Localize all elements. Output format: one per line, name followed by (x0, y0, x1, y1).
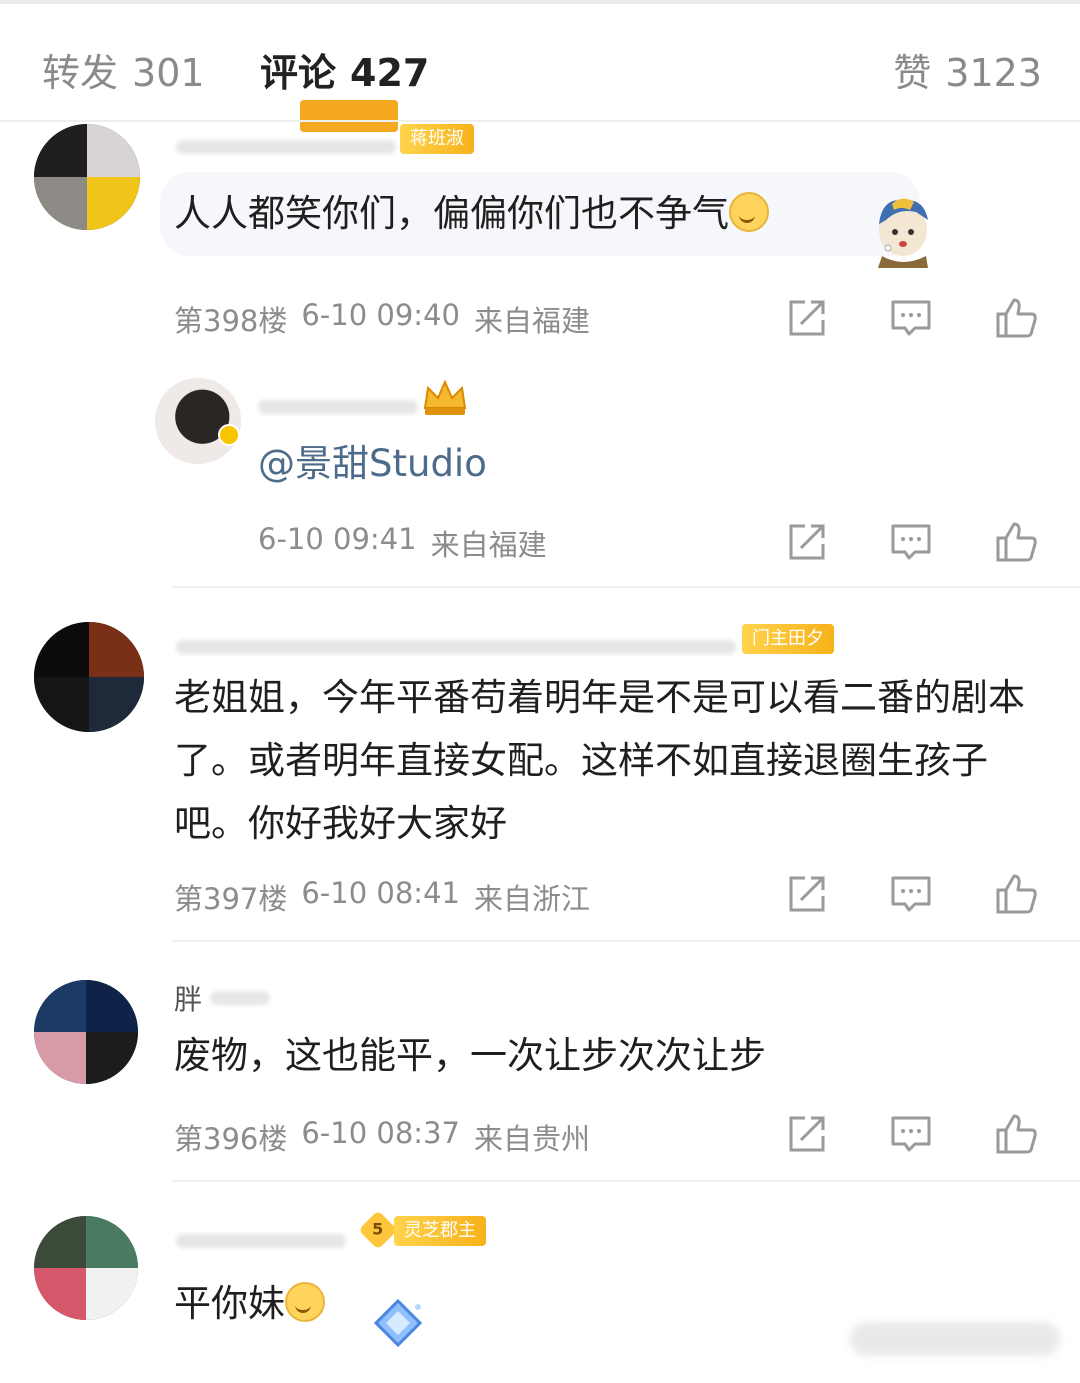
crown-icon (423, 379, 467, 415)
laughing-emoji-icon (285, 1282, 325, 1322)
share-icon[interactable] (785, 872, 829, 916)
level-badge: 5 (358, 1210, 398, 1250)
avatar[interactable] (34, 622, 144, 732)
avatar[interactable] (34, 1216, 138, 1320)
comment-meta: 第396楼 6-10 08:37 来自贵州 (174, 1116, 590, 1158)
tab-bar: 转发 301 评论 427 赞 3123 (0, 4, 1080, 132)
pearl-earring-girl-sticker-icon (878, 198, 928, 268)
thumbs-up-icon[interactable] (994, 296, 1038, 340)
reply-mention[interactable]: @景甜Studio (258, 432, 487, 495)
comment-meta: 第397楼 6-10 08:41 来自浙江 (174, 876, 590, 918)
timestamp: 6-10 08:37 (301, 1116, 460, 1150)
tab-likes-count: 3123 (945, 51, 1042, 95)
tab-likes-label: 赞 (893, 51, 932, 95)
smile-emoji-icon (729, 192, 769, 232)
thumbs-up-icon[interactable] (994, 872, 1038, 916)
username-obscured (176, 640, 736, 654)
username-obscured (176, 1234, 346, 1248)
tab-likes[interactable]: 赞 3123 (893, 42, 1042, 97)
diamond-sticker-icon (373, 1298, 423, 1348)
floor-number: 第398楼 (174, 304, 288, 338)
tab-repost[interactable]: 转发 301 (42, 42, 205, 97)
username-partial: 胖 (174, 983, 203, 1016)
bottom-obscured (850, 1322, 1060, 1356)
username-obscured (258, 400, 418, 414)
verified-badge-icon (218, 424, 240, 446)
comment-meta: 第398楼 6-10 09:40 来自福建 (174, 298, 590, 340)
timestamp: 6-10 08:41 (301, 876, 460, 910)
active-tab-indicator (300, 100, 398, 132)
tab-repost-count: 301 (132, 51, 205, 95)
divider (172, 1180, 1080, 1182)
fan-badge: 蒋班淑 (400, 124, 474, 154)
location: 来自浙江 (473, 882, 590, 916)
tab-repost-label: 转发 (42, 51, 119, 95)
tab-comments[interactable]: 评论 427 (260, 42, 429, 97)
username-obscured (176, 140, 396, 154)
share-icon[interactable] (785, 520, 829, 564)
tab-comments-label: 评论 (260, 51, 337, 95)
fan-badge: 门主田夕 (742, 624, 834, 654)
comment-text: 废物，这也能平，一次让步次次让步 (174, 1034, 766, 1077)
username[interactable]: 胖 (174, 978, 271, 1018)
comment-text-content: 人人都笑你们，偏偏你们也不争气 (174, 192, 729, 235)
comment-icon[interactable] (889, 296, 933, 340)
comment-text: 老姐姐，今年平番苟着明年是不是可以看二番的剧本了。或者明年直接女配。这样不如直接… (174, 676, 1025, 845)
timestamp: 6-10 09:41 (258, 522, 417, 556)
username-obscured (210, 991, 271, 1005)
tabs-divider (0, 120, 1080, 122)
comment-icon[interactable] (889, 1112, 933, 1156)
thumbs-up-icon[interactable] (994, 520, 1038, 564)
comment-text-content: 平你妹 (174, 1282, 285, 1325)
comment-icon[interactable] (889, 520, 933, 564)
comment-text: 人人都笑你们，偏偏你们也不争气 (174, 182, 769, 245)
share-icon[interactable] (785, 1112, 829, 1156)
share-icon[interactable] (785, 296, 829, 340)
comment-text: 平你妹 (174, 1272, 325, 1335)
divider (172, 586, 1080, 588)
location: 来自贵州 (473, 1122, 590, 1156)
divider (172, 940, 1080, 942)
comment-icon[interactable] (889, 872, 933, 916)
level-number: 5 (372, 1219, 384, 1239)
avatar[interactable] (34, 124, 140, 230)
location: 来自福建 (473, 304, 590, 338)
floor-number: 第397楼 (174, 882, 288, 916)
fan-badge: 灵芝郡主 (394, 1216, 486, 1246)
avatar[interactable] (34, 980, 138, 1084)
avatar[interactable] (155, 378, 241, 464)
location: 来自福建 (430, 528, 547, 562)
floor-number: 第396楼 (174, 1122, 288, 1156)
reply-meta: 6-10 09:41 来自福建 (258, 522, 547, 564)
timestamp: 6-10 09:40 (301, 298, 460, 332)
tab-comments-count: 427 (350, 51, 430, 95)
thumbs-up-icon[interactable] (994, 1112, 1038, 1156)
